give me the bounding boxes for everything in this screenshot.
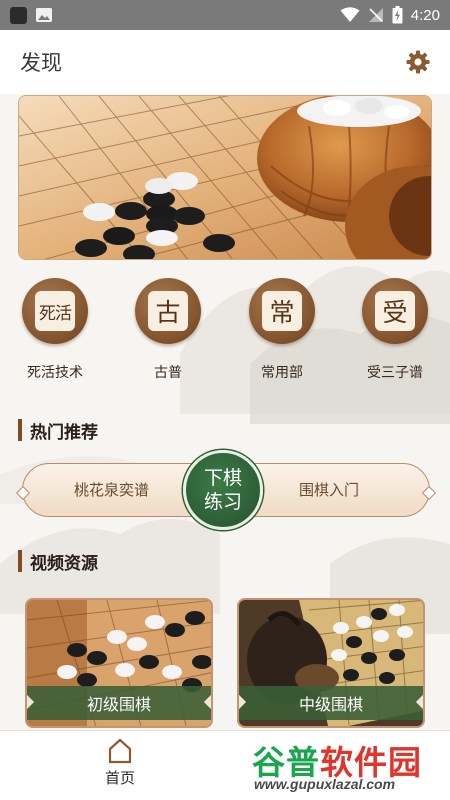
- category-gupu[interactable]: 古 古普: [113, 278, 223, 382]
- category-label: 死活技术: [27, 365, 83, 381]
- section-title: 视频资源: [30, 553, 98, 574]
- gear-icon: [406, 50, 430, 74]
- section-marker: [18, 550, 22, 572]
- recommend-taohuaquan[interactable]: 桃花泉奕谱: [74, 479, 149, 500]
- category-glyph: 常: [262, 291, 302, 331]
- diamond-ornament: [203, 694, 211, 710]
- category-label: 古普: [154, 365, 182, 381]
- category-glyph: 古: [148, 291, 188, 331]
- video-card-beginner[interactable]: 初级围棋: [25, 598, 213, 728]
- watermark-logo: 谷普软件园 www.gupuxlazal.com: [248, 736, 448, 796]
- category-icon: 古: [135, 278, 201, 344]
- video-title: 中级围棋: [298, 695, 363, 714]
- recommend-strip: 桃花泉奕谱 围棋入门 下棋练习: [15, 450, 437, 530]
- category-label: 常用部: [261, 365, 303, 381]
- diamond-ornament: [239, 694, 247, 710]
- video-card-intermediate[interactable]: 中级围棋: [237, 598, 425, 728]
- section-hot: 热门推荐: [18, 417, 98, 443]
- section-marker: [18, 419, 22, 441]
- page-title: 发现: [20, 51, 62, 75]
- image-notification-icon: [36, 8, 52, 22]
- category-sihuo[interactable]: 死活 死活技术: [0, 278, 110, 382]
- diamond-ornament: [415, 694, 423, 710]
- diamond-ornament: [27, 694, 35, 710]
- category-glyph: 死活: [35, 291, 75, 331]
- section-video: 视频资源: [18, 548, 98, 574]
- no-signal-icon: [368, 8, 383, 22]
- recommend-weiqi-rumen[interactable]: 围棋入门: [299, 479, 359, 500]
- category-glyph: 受: [375, 291, 415, 331]
- play-practice-label: 下棋练习: [203, 467, 242, 513]
- status-bar: 4:20: [0, 0, 450, 30]
- nav-home[interactable]: 首页: [90, 737, 150, 788]
- category-icon: 受: [362, 278, 428, 344]
- status-time: 4:20: [410, 6, 440, 24]
- video-title: 初级围棋: [86, 695, 151, 714]
- wifi-icon: [340, 7, 360, 22]
- app-header: 发现: [0, 30, 450, 94]
- category-changyong[interactable]: 常 常用部: [227, 278, 337, 382]
- banner-image[interactable]: [18, 95, 432, 260]
- video-label-bar: 中级围棋: [239, 686, 423, 720]
- category-shousanzi[interactable]: 受 受三子谱: [340, 278, 450, 382]
- watermark-url: www.gupuxlazal.com: [254, 776, 396, 792]
- video-label-bar: 初级围棋: [27, 686, 211, 720]
- battery-charging-icon: [392, 6, 403, 24]
- category-icon: 死活: [22, 278, 88, 344]
- settings-button[interactable]: [404, 48, 432, 76]
- category-label: 受三子谱: [367, 365, 423, 381]
- go-board-photo: [19, 96, 431, 259]
- play-practice-button[interactable]: 下棋练习: [183, 450, 263, 530]
- section-title: 热门推荐: [30, 422, 98, 443]
- category-row: 死活 死活技术 古 古普 常 常用部 受 受三子谱: [0, 278, 450, 388]
- category-icon: 常: [249, 278, 315, 344]
- home-icon: [108, 738, 132, 764]
- app-notification-icon: [10, 6, 27, 24]
- nav-home-label: 首页: [104, 769, 135, 787]
